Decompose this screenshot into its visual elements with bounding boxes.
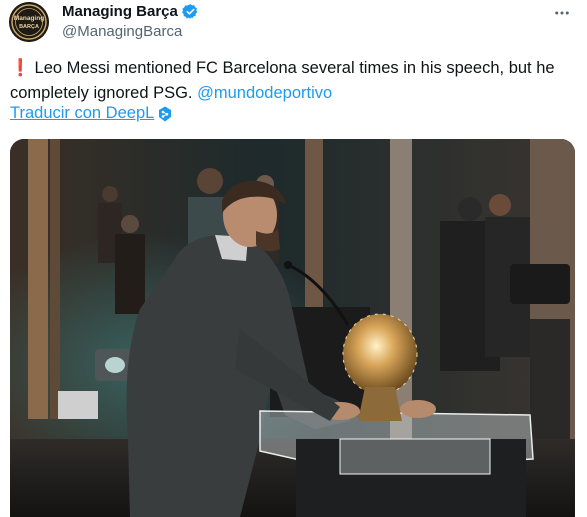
- verified-badge-icon: [181, 4, 198, 19]
- tweet-header: Managing BARÇA Managing Barça @ManagingB…: [0, 0, 587, 48]
- mention-link[interactable]: @mundodeportivo: [197, 84, 332, 102]
- avatar-text-top: Managing: [14, 15, 44, 22]
- avatar-text-bottom: BARÇA: [19, 24, 39, 30]
- tweet-text: ❗ Leo Messi mentioned FC Barcelona severa…: [10, 56, 575, 106]
- photo-messi-speech-ballon-dor: [10, 139, 575, 517]
- translate-row: Traducir con DeepL: [10, 104, 172, 123]
- translate-link[interactable]: Traducir con DeepL: [10, 104, 154, 123]
- more-options-icon[interactable]: [553, 4, 571, 22]
- alert-exclamation-icon: ❗: [10, 59, 31, 77]
- display-name[interactable]: Managing Barça: [62, 3, 178, 20]
- tweet-photo[interactable]: [10, 139, 575, 517]
- deepl-icon: [159, 106, 172, 121]
- name-row: Managing Barça: [62, 3, 199, 20]
- handle[interactable]: @ManagingBarca: [62, 23, 182, 40]
- managing-barca-logo-icon: Managing BARÇA: [9, 2, 49, 42]
- avatar[interactable]: Managing BARÇA: [9, 2, 49, 42]
